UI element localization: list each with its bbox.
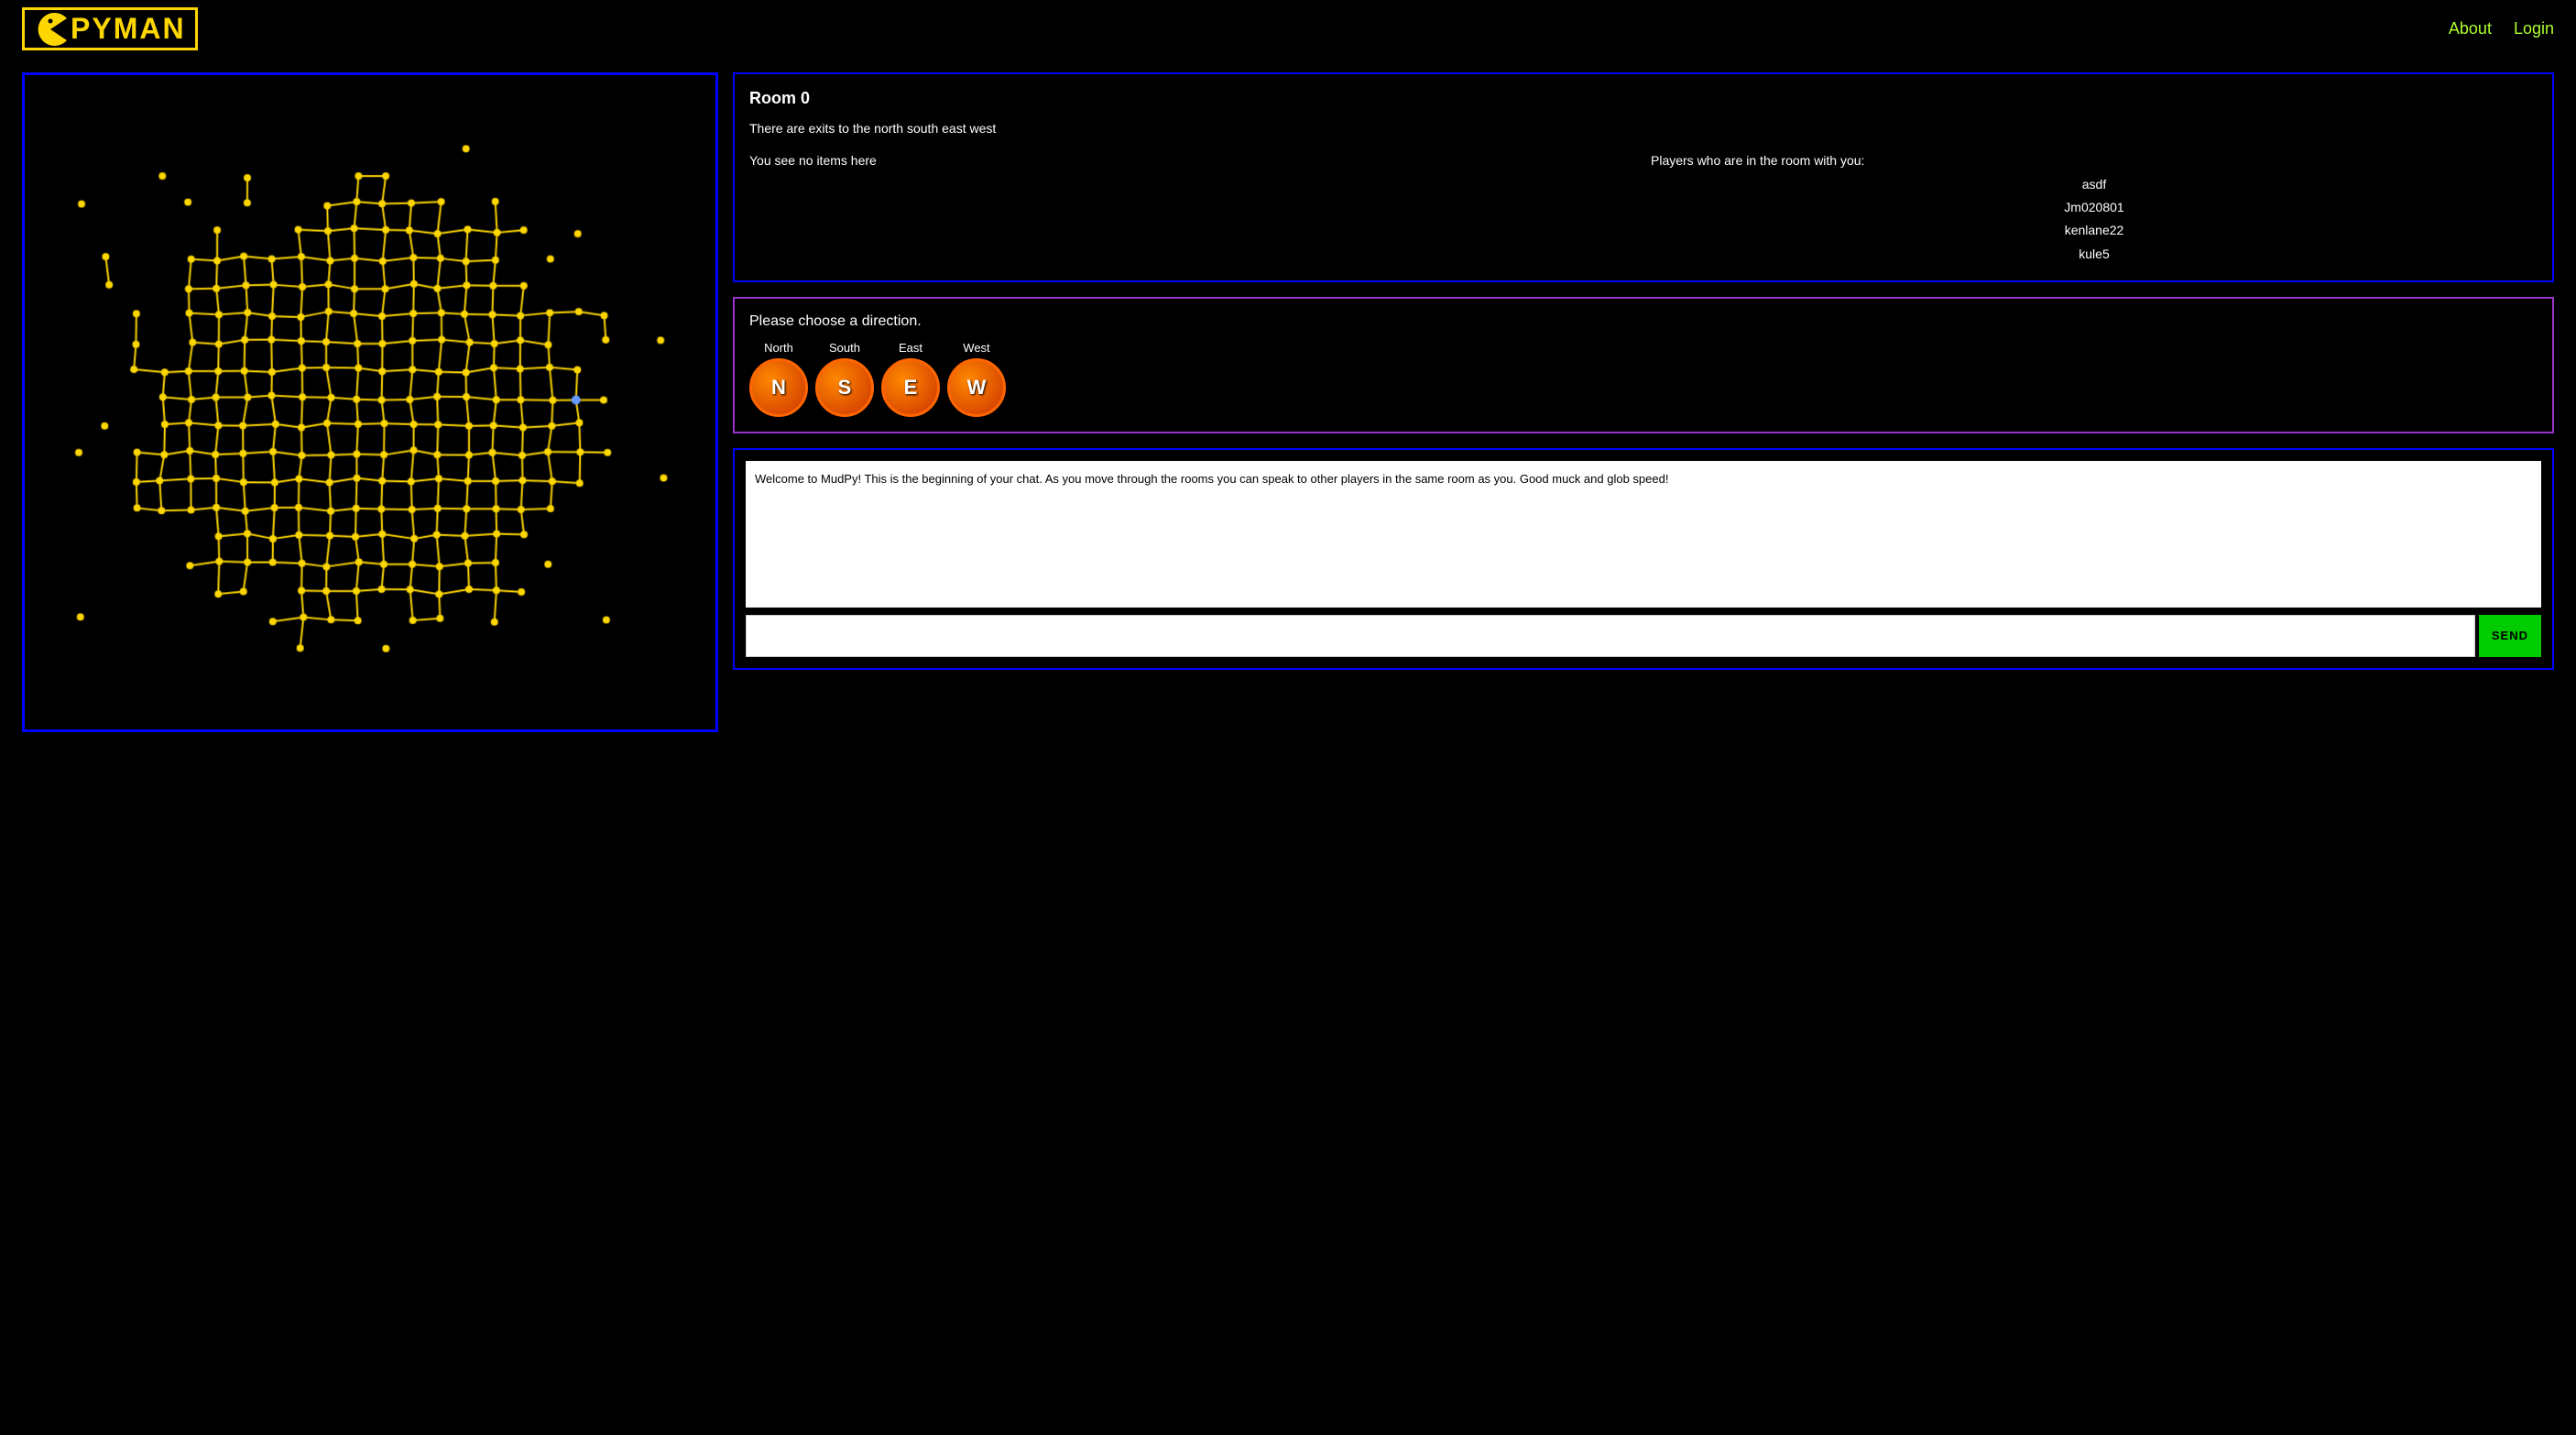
direction-label: Please choose a direction. [749,313,2538,330]
room-bottom: You see no items here Players who are in… [749,153,2538,266]
send-button[interactable]: SEND [2479,615,2541,657]
player-name: asdf [1651,173,2538,196]
nav-links: About Login [2449,19,2554,38]
dir-group-north: North N [749,341,808,417]
dir-group-west: West W [947,341,1006,417]
dir-btn-east[interactable]: E [881,358,940,417]
room-title: Room 0 [749,89,2538,108]
main-content: Room 0 There are exits to the north sout… [0,58,2576,747]
header: PYMAN About Login [0,0,2576,58]
direction-panel: Please choose a direction. NorthNSouthSE… [733,297,2554,433]
dir-label-north: North [764,341,793,355]
dir-label-west: West [963,341,989,355]
room-items: You see no items here [749,153,1636,266]
room-exits: There are exits to the north south east … [749,119,2538,138]
room-players-section: Players who are in the room with you: as… [1651,153,2538,266]
room-info: Room 0 There are exits to the north sout… [733,72,2554,282]
dir-btn-west[interactable]: W [947,358,1006,417]
map-canvas [25,75,715,729]
player-name: kenlane22 [1651,219,2538,242]
about-link[interactable]: About [2449,19,2492,38]
chat-input-row: SEND [746,615,2541,657]
dir-label-south: South [829,341,860,355]
logo-area: PYMAN [22,7,198,50]
chat-log: Welcome to MudPy! This is the beginning … [746,461,2541,608]
dir-group-east: East E [881,341,940,417]
right-panel: Room 0 There are exits to the north sout… [733,72,2554,670]
dir-btn-south[interactable]: S [815,358,874,417]
chat-panel: Welcome to MudPy! This is the beginning … [733,448,2554,670]
players-list: asdfJm020801kenlane22kule5 [1651,173,2538,266]
player-name: Jm020801 [1651,196,2538,219]
chat-input[interactable] [746,615,2475,657]
map-container [22,72,718,732]
dir-group-south: South S [815,341,874,417]
direction-buttons: North N South S East E West W [749,341,2538,417]
login-link[interactable]: Login [2514,19,2554,38]
dir-btn-north[interactable]: N [749,358,808,417]
player-name: kule5 [1651,243,2538,266]
players-header: Players who are in the room with you: [1651,153,2538,168]
logo: PYMAN [22,7,198,50]
dir-label-east: East [899,341,922,355]
